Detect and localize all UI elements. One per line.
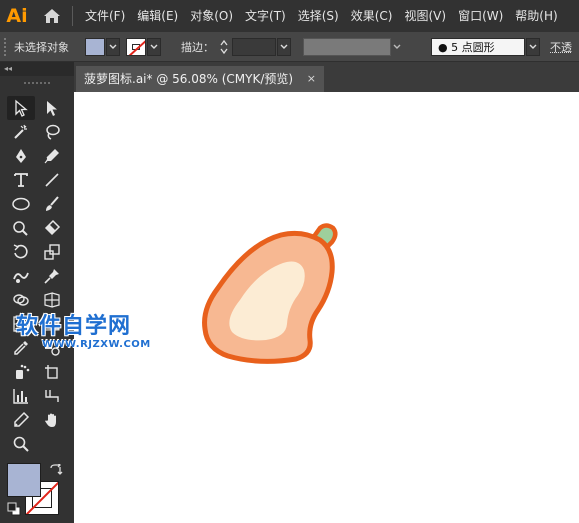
menu-effect[interactable]: 效果(C) xyxy=(345,0,399,32)
brush-definition-dropdown[interactable] xyxy=(526,37,540,56)
chevron-down-icon xyxy=(150,44,158,49)
variable-width-profile[interactable] xyxy=(303,37,391,56)
watermark-title: 软件自学网 xyxy=(16,314,132,339)
line-segment-tool[interactable] xyxy=(38,168,66,192)
menu-type[interactable]: 文字(T) xyxy=(239,0,292,32)
menu-select[interactable]: 选择(S) xyxy=(292,0,345,32)
lasso-icon xyxy=(46,124,60,140)
direct-selection-icon xyxy=(47,101,57,116)
pencil-icon xyxy=(14,411,30,427)
panel-grip[interactable] xyxy=(4,37,10,56)
selection-arrow-icon xyxy=(15,99,28,117)
watermark-url: WWW.RJZXW.COM xyxy=(42,339,151,350)
watermark: 软件自学网 WWW.RJZXW.COM xyxy=(12,306,182,356)
pin-icon xyxy=(44,269,59,284)
line-icon xyxy=(45,173,59,187)
scale-tool[interactable] xyxy=(38,240,66,264)
document-tab[interactable]: 菠萝图标.ai* @ 56.08% (CMYK/预览) × xyxy=(76,66,324,92)
chevron-down-icon xyxy=(529,44,537,49)
menu-help[interactable]: 帮助(H) xyxy=(509,0,563,32)
slice-tool[interactable] xyxy=(38,384,66,408)
pencil-tool[interactable] xyxy=(7,408,35,432)
scale-icon xyxy=(44,244,60,260)
magic-wand-tool[interactable] xyxy=(7,120,35,144)
menu-file[interactable]: 文件(F) xyxy=(79,0,131,32)
default-colors-button[interactable] xyxy=(7,502,21,519)
selection-tool[interactable] xyxy=(7,96,35,120)
ellipse-tool[interactable] xyxy=(7,192,35,216)
shaper-icon xyxy=(13,221,28,236)
column-graph-tool[interactable] xyxy=(7,384,35,408)
curvature-tool[interactable] xyxy=(38,144,66,168)
hand-icon xyxy=(45,413,56,427)
swap-arrows-icon xyxy=(50,462,63,475)
puppet-warp-tool[interactable] xyxy=(38,264,66,288)
type-icon xyxy=(14,173,28,187)
tools-panel: ◂◂ xyxy=(0,62,74,523)
stroke-dropdown[interactable] xyxy=(147,37,161,56)
direct-selection-tool[interactable] xyxy=(38,96,66,120)
eraser-icon xyxy=(44,219,61,236)
menu-bar: Ai 文件(F) 编辑(E) 对象(O) 文字(T) 选择(S) 效果(C) 视… xyxy=(0,0,579,32)
shaper-tool[interactable] xyxy=(7,216,35,240)
artboard-icon xyxy=(45,365,58,379)
stepper-arrows-icon xyxy=(220,39,228,54)
app-logo: Ai xyxy=(6,5,28,27)
swap-fill-stroke-button[interactable] xyxy=(49,462,63,479)
curvature-pen-icon xyxy=(44,149,59,164)
chevron-down-icon xyxy=(393,44,401,49)
zoom-tool[interactable] xyxy=(7,432,35,456)
chevron-down-icon xyxy=(280,44,288,49)
paintbrush-icon xyxy=(46,196,59,211)
paintbrush-tool[interactable] xyxy=(38,192,66,216)
rotate-tool[interactable] xyxy=(7,240,35,264)
bar-graph-icon xyxy=(13,389,28,404)
home-button[interactable] xyxy=(34,0,70,32)
default-colors-icon xyxy=(7,502,21,516)
magic-wand-icon xyxy=(14,124,27,139)
slice-icon xyxy=(45,390,59,402)
fill-color-swatch[interactable] xyxy=(7,463,41,497)
control-bar: 未选择对象 描边： ● 5 点圆形 不透 xyxy=(0,32,579,62)
chevron-down-icon xyxy=(109,44,117,49)
lasso-tool[interactable] xyxy=(38,120,66,144)
stroke-label: 描边： xyxy=(181,40,214,54)
warp-icon xyxy=(13,272,29,283)
brush-definition-field[interactable]: ● 5 点圆形 xyxy=(431,37,525,56)
fill-swatch[interactable] xyxy=(85,37,105,56)
stroke-swatch[interactable] xyxy=(126,37,146,56)
artboard-tool[interactable] xyxy=(38,360,66,384)
panel-collapse-button[interactable]: ◂◂ xyxy=(0,62,74,76)
symbol-sprayer-tool[interactable] xyxy=(7,360,35,384)
selection-status: 未选择对象 xyxy=(14,40,69,54)
type-tool[interactable] xyxy=(7,168,35,192)
stroke-weight-stepper[interactable] xyxy=(218,38,230,56)
opacity-label[interactable]: 不透 xyxy=(550,39,572,55)
close-icon[interactable]: × xyxy=(307,66,316,92)
hand-tool[interactable] xyxy=(38,408,66,432)
eraser-tool[interactable] xyxy=(38,216,66,240)
home-icon xyxy=(44,9,60,23)
zoom-icon xyxy=(13,436,29,452)
menu-view[interactable]: 视图(V) xyxy=(398,0,452,32)
menu-window[interactable]: 窗口(W) xyxy=(452,0,509,32)
fill-dropdown[interactable] xyxy=(106,37,120,56)
menu-object[interactable]: 对象(O) xyxy=(184,0,239,32)
menu-divider xyxy=(72,6,73,26)
document-tab-title: 菠萝图标.ai* @ 56.08% (CMYK/预览) xyxy=(84,72,294,86)
ellipse-icon xyxy=(12,197,30,211)
symbol-sprayer-icon xyxy=(16,364,30,379)
tools-panel-grip[interactable] xyxy=(24,82,50,90)
rotate-icon xyxy=(13,244,28,259)
brush-dropdown-left[interactable] xyxy=(391,37,403,56)
menu-edit[interactable]: 编辑(E) xyxy=(131,0,184,32)
pen-tool[interactable] xyxy=(7,144,35,168)
stroke-weight-input[interactable] xyxy=(232,37,276,56)
stroke-weight-dropdown[interactable] xyxy=(277,37,291,56)
pen-icon xyxy=(16,149,26,163)
document-tab-bar: 菠萝图标.ai* @ 56.08% (CMYK/预览) × xyxy=(74,62,579,92)
warp-tool[interactable] xyxy=(7,264,35,288)
